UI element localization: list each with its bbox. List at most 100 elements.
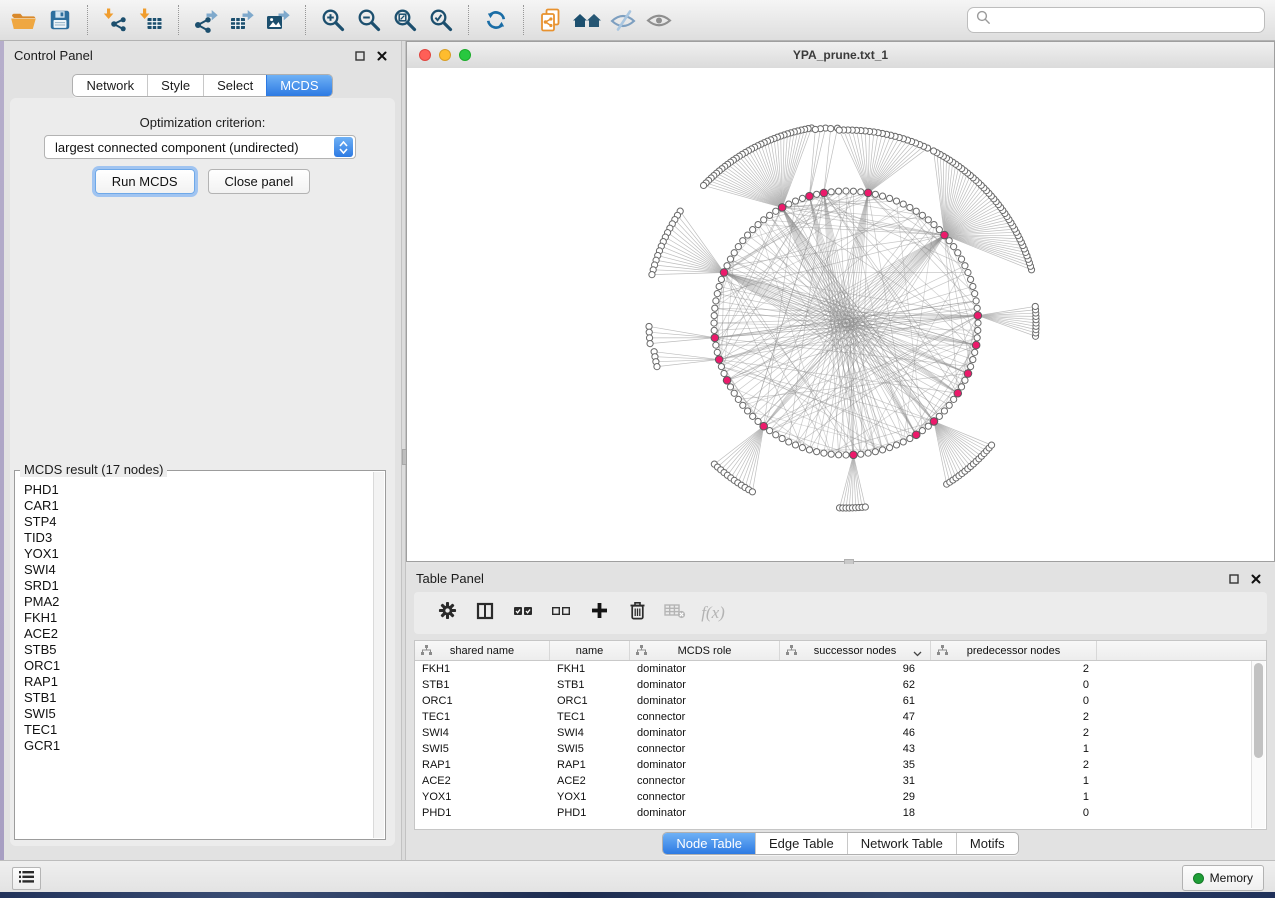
- table-scrollbar-thumb[interactable]: [1254, 663, 1263, 758]
- zoom-out-button[interactable]: [351, 3, 387, 37]
- mcds-result-item[interactable]: STB5: [24, 642, 373, 658]
- hide-button[interactable]: [605, 3, 641, 37]
- mcds-result-item[interactable]: FKH1: [24, 610, 373, 626]
- tab-select[interactable]: Select: [203, 75, 266, 96]
- mcds-result-item[interactable]: CAR1: [24, 498, 373, 514]
- zoom-selected-button[interactable]: [423, 3, 459, 37]
- mcds-result-item[interactable]: ORC1: [24, 658, 373, 674]
- cell-mcds_role: dominator: [630, 759, 780, 771]
- table-tab-edge-table[interactable]: Edge Table: [755, 833, 847, 854]
- table-tab-node-table[interactable]: Node Table: [663, 833, 755, 854]
- snapshot-button[interactable]: [533, 3, 569, 37]
- mcds-result-item[interactable]: ACE2: [24, 626, 373, 642]
- table-tab-network-table[interactable]: Network Table: [847, 833, 956, 854]
- memory-button[interactable]: Memory: [1182, 865, 1264, 891]
- mcds-result-item[interactable]: TID3: [24, 530, 373, 546]
- table-row[interactable]: YOX1YOX1connector291: [415, 789, 1266, 805]
- cell-predecessor_nodes: 1: [931, 775, 1097, 787]
- table-scrollbar[interactable]: [1251, 661, 1265, 828]
- mcds-result-item[interactable]: PHD1: [24, 482, 373, 498]
- cell-successor_nodes: 62: [780, 679, 931, 691]
- close-panel-button[interactable]: Close panel: [208, 169, 311, 194]
- cell-shared_name: PHD1: [415, 807, 550, 819]
- deselect-button[interactable]: [542, 598, 580, 628]
- fx-button: f(x): [694, 598, 732, 628]
- import-network-button[interactable]: [97, 3, 133, 37]
- memory-status-icon: [1193, 873, 1204, 884]
- mcds-tab-content: Optimization criterion: largest connecte…: [10, 98, 395, 846]
- mcds-result-item[interactable]: TEC1: [24, 722, 373, 738]
- column-header-predecessor-nodes[interactable]: predecessor nodes: [931, 641, 1097, 660]
- save-button[interactable]: [42, 3, 78, 37]
- trash-button[interactable]: [618, 598, 656, 628]
- float-table-panel-icon[interactable]: [1227, 572, 1241, 586]
- optimization-criterion-select[interactable]: largest connected component (undirected): [44, 135, 356, 159]
- trash-icon: [629, 601, 646, 625]
- tab-network[interactable]: Network: [73, 75, 147, 96]
- column-header-MCDS-role[interactable]: MCDS role: [630, 641, 780, 660]
- columns-button[interactable]: [466, 598, 504, 628]
- close-table-panel-icon[interactable]: [1249, 572, 1263, 586]
- mcds-result-item[interactable]: GCR1: [24, 738, 373, 754]
- tab-mcds[interactable]: MCDS: [266, 75, 331, 96]
- table-row[interactable]: FKH1FKH1dominator962: [415, 661, 1266, 677]
- table-row[interactable]: SWI5SWI5connector431: [415, 741, 1266, 757]
- table-row[interactable]: ORC1ORC1dominator610: [415, 693, 1266, 709]
- select-all-button[interactable]: [504, 598, 542, 628]
- zoom-in-button[interactable]: [315, 3, 351, 37]
- float-panel-icon[interactable]: [353, 49, 367, 63]
- mcds-result-item[interactable]: STP4: [24, 514, 373, 530]
- mcds-result-item[interactable]: RAP1: [24, 674, 373, 690]
- optimization-criterion-label: Optimization criterion:: [10, 115, 395, 130]
- zoom-in-icon: [320, 7, 346, 33]
- import-table-button[interactable]: [133, 3, 169, 37]
- control-panel: Control Panel NetworkStyleSelectMCDS Opt…: [4, 41, 401, 860]
- close-panel-icon[interactable]: [375, 49, 389, 63]
- cell-shared_name: FKH1: [415, 663, 550, 675]
- toolbar-separator: [523, 5, 524, 35]
- main-toolbar-icons: [6, 3, 677, 37]
- column-header-successor-nodes[interactable]: successor nodes: [780, 641, 931, 660]
- mcds-result-item[interactable]: SWI4: [24, 562, 373, 578]
- tab-style[interactable]: Style: [147, 75, 203, 96]
- mcds-result-item[interactable]: YOX1: [24, 546, 373, 562]
- plus-button[interactable]: [580, 598, 618, 628]
- open-button[interactable]: [6, 3, 42, 37]
- export-network-button[interactable]: [188, 3, 224, 37]
- mcds-result-item[interactable]: STB1: [24, 690, 373, 706]
- table-row[interactable]: TEC1TEC1connector472: [415, 709, 1266, 725]
- cell-mcds_role: connector: [630, 775, 780, 787]
- network-graph[interactable]: [407, 68, 1274, 561]
- run-mcds-button[interactable]: Run MCDS: [95, 169, 195, 194]
- status-bar: Memory: [0, 860, 1275, 892]
- export-image-button[interactable]: [260, 3, 296, 37]
- table-panel-title: Table Panel: [416, 571, 484, 586]
- column-header-name[interactable]: name: [550, 641, 630, 660]
- table-row[interactable]: STB1STB1dominator620: [415, 677, 1266, 693]
- table-tab-motifs[interactable]: Motifs: [956, 833, 1018, 854]
- cell-predecessor_nodes: 0: [931, 807, 1097, 819]
- column-header-filler: [1097, 641, 1266, 660]
- cell-shared_name: SWI4: [415, 727, 550, 739]
- table-row[interactable]: RAP1RAP1dominator352: [415, 757, 1266, 773]
- export-table-button[interactable]: [224, 3, 260, 37]
- table-row[interactable]: SWI4SWI4dominator462: [415, 725, 1266, 741]
- mcds-result-item[interactable]: SRD1: [24, 578, 373, 594]
- mcds-result-item[interactable]: PMA2: [24, 594, 373, 610]
- mcds-result-scrollbar[interactable]: [373, 472, 384, 838]
- mcds-result-item[interactable]: SWI5: [24, 706, 373, 722]
- show-button[interactable]: [641, 3, 677, 37]
- table-row[interactable]: ACE2ACE2connector311: [415, 773, 1266, 789]
- cell-successor_nodes: 35: [780, 759, 931, 771]
- chevron-down-icon[interactable]: [913, 648, 922, 660]
- task-history-button[interactable]: [12, 867, 41, 890]
- refresh-button[interactable]: [478, 3, 514, 37]
- main-toolbar: [0, 0, 1275, 41]
- optimization-criterion-value: largest connected component (undirected): [45, 140, 334, 155]
- column-header-shared-name[interactable]: shared name: [415, 641, 550, 660]
- gear-button[interactable]: [428, 598, 466, 628]
- table-row[interactable]: PHD1PHD1dominator180: [415, 805, 1266, 821]
- search-input[interactable]: [997, 12, 1256, 29]
- zoom-fit-button[interactable]: [387, 3, 423, 37]
- homes-button[interactable]: [569, 3, 605, 37]
